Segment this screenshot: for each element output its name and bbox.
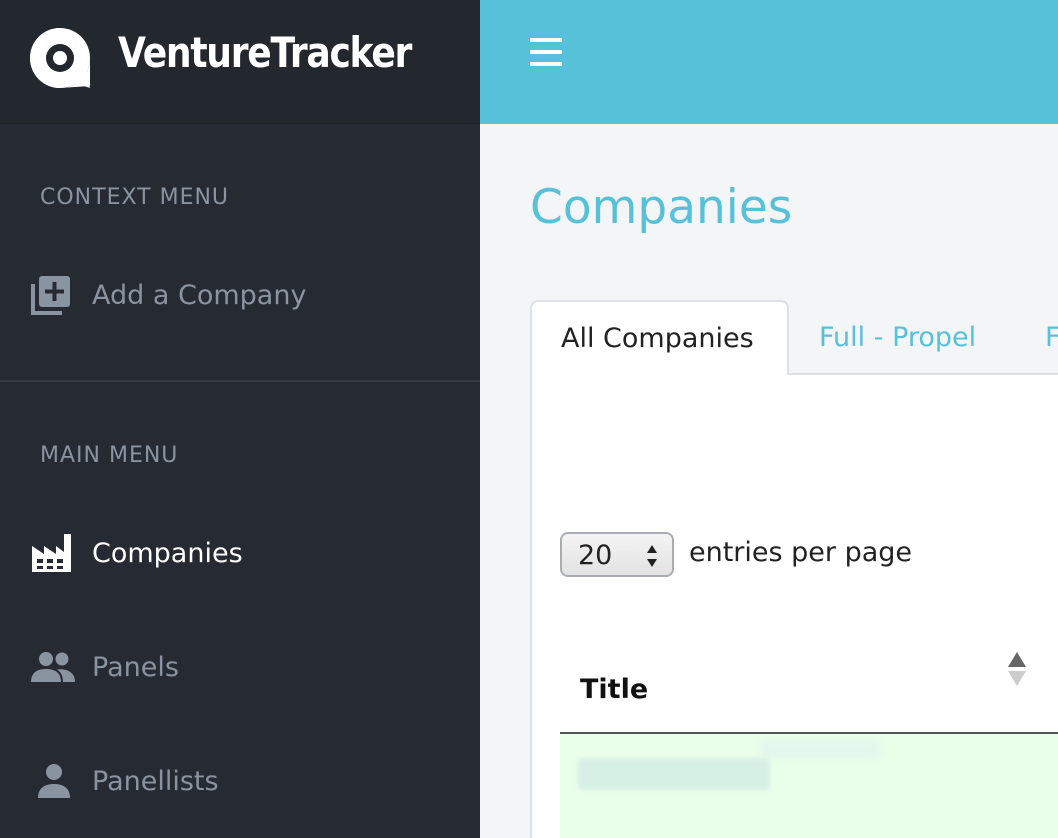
main-menu-heading: MAIN MENU	[40, 443, 179, 468]
entries-per-page-select[interactable]: 20	[560, 532, 674, 577]
redacted-text	[578, 758, 770, 790]
sidebar-item-panellists[interactable]: Panellists	[30, 756, 219, 806]
sidebar-item-companies[interactable]: Companies	[30, 528, 243, 578]
person-icon	[30, 759, 78, 803]
tab-full-propel[interactable]: Full - Propel	[819, 300, 976, 375]
table-row[interactable]	[560, 734, 1058, 838]
entries-per-page-value: 20	[578, 540, 613, 571]
add-box-icon	[30, 273, 78, 317]
topbar	[480, 0, 1058, 124]
hamburger-menu-icon[interactable]	[530, 38, 564, 68]
tab-truncated[interactable]: F	[1045, 300, 1058, 375]
sidebar-item-label: Panellists	[92, 765, 219, 797]
sidebar: VentureTracker CONTEXT MENU Add a Compan…	[0, 0, 480, 838]
entries-per-page-label: entries per page	[689, 537, 913, 568]
factory-icon	[30, 531, 78, 575]
sidebar-item-label: Add a Company	[92, 279, 307, 311]
select-arrows-icon	[647, 545, 657, 567]
column-header-title[interactable]: Title	[580, 674, 648, 705]
logo-icon	[30, 28, 90, 88]
sidebar-item-label: Companies	[92, 537, 243, 569]
tab-bar: All Companies Full - Propel F	[530, 300, 1058, 375]
redacted-text	[760, 740, 880, 758]
sidebar-item-panels[interactable]: Panels	[30, 642, 179, 692]
context-menu-heading: CONTEXT MENU	[40, 185, 230, 210]
tab-all-companies[interactable]: All Companies	[530, 300, 789, 375]
sidebar-item-add-company[interactable]: Add a Company	[30, 270, 306, 320]
brand-bar: VentureTracker	[0, 0, 480, 124]
sidebar-item-label: Panels	[92, 651, 179, 683]
brand-name[interactable]: VentureTracker	[118, 28, 412, 77]
sort-icon[interactable]	[1006, 650, 1028, 688]
sidebar-divider	[0, 380, 480, 382]
page-title: Companies	[530, 180, 793, 235]
people-icon	[30, 645, 78, 689]
